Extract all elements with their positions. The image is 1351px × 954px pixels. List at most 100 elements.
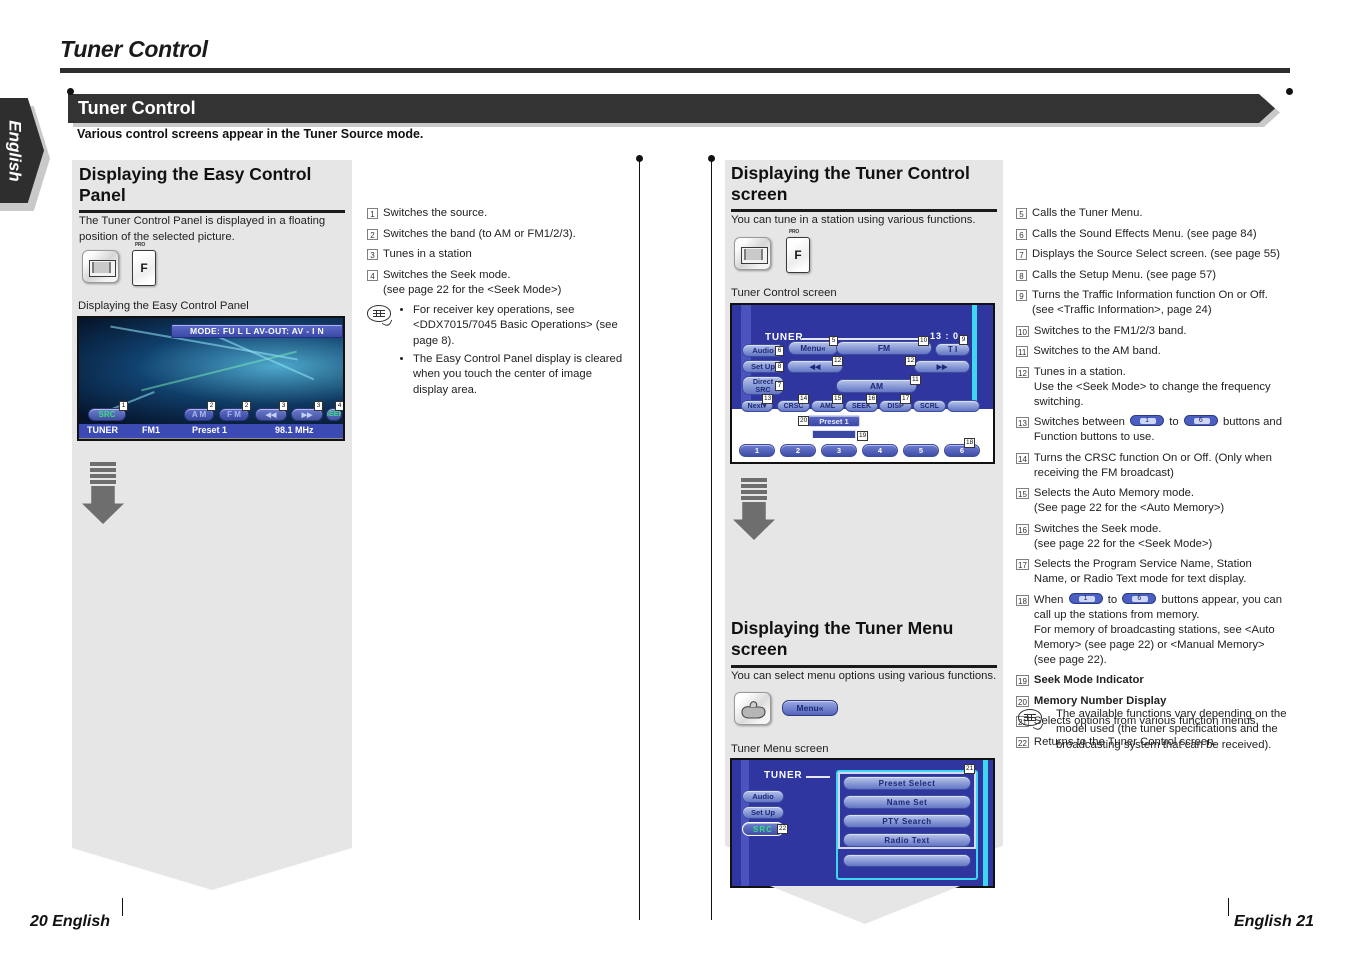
list-item-text: Calls the Sound Effects Menu. (see page … <box>1032 227 1257 240</box>
menu-section-description: You can select menu options using variou… <box>731 670 997 682</box>
menu-screen-scroll-indicator[interactable] <box>983 760 988 886</box>
tuner-control-screen: TUNER 13 : 0 Audio Set Up Direct SRC Nex… <box>730 303 995 455</box>
callout-tag-11: 11 <box>910 375 921 385</box>
flow-arrow-left <box>82 462 124 524</box>
callout-tag-12b: 12 <box>905 356 917 366</box>
status-source: TUNER <box>87 425 118 435</box>
status-preset: Preset 1 <box>192 425 228 435</box>
note-icon <box>1018 709 1044 732</box>
preset-button-2[interactable]: 2 <box>780 444 816 457</box>
preset-button-1[interactable]: 1 <box>739 444 775 457</box>
list-item: 6 Calls the Sound Effects Menu. (see pag… <box>1016 227 1286 242</box>
preset-button-3[interactable]: 3 <box>821 444 857 457</box>
frequency-label: 98.1 MHz <box>877 416 916 426</box>
am-band-button[interactable]: AM <box>836 379 917 393</box>
list-item-number: 19 <box>1016 675 1029 687</box>
list-item-number: 11 <box>1016 346 1029 358</box>
list-item-text: Calls the Setup Menu. (see page 57) <box>1032 268 1216 281</box>
menu-setup-button[interactable]: Set Up <box>742 806 784 819</box>
list-item-text: When 1 to 6 buttons appear, you can call… <box>1033 592 1282 666</box>
touch-hand-icon <box>734 692 771 725</box>
left-figure-caption: Displaying the Easy Control Panel <box>78 300 249 312</box>
preset-pill-6b: 6 <box>1122 592 1157 604</box>
scrl-button[interactable]: SCRL <box>913 400 946 412</box>
callout-tag-12a: 12 <box>832 356 844 366</box>
note-body: The available functions vary depending o… <box>1056 708 1287 751</box>
callout-tag-21: 21 <box>964 764 976 774</box>
page-edge-dot-left <box>67 88 74 95</box>
tuner-menu-screen: TUNER Audio Set Up SRC 22 21 Preset Sele… <box>730 758 995 888</box>
menu-item-pty-search[interactable]: PTY Search <box>843 814 971 828</box>
list-item: 16 Switches the Seek mode. (see page 22 … <box>1016 522 1286 552</box>
callout-tag-2a: 2 <box>207 401 216 411</box>
menu-item-preset-select[interactable]: Preset Select <box>843 776 971 790</box>
list-item-number: 14 <box>1016 452 1029 464</box>
callout-tag-3a: 3 <box>279 401 288 411</box>
list-item-number: 10 <box>1016 325 1029 337</box>
mid-section-heading: Displaying the Tuner Control screen <box>731 163 970 205</box>
list-item: 14 Turns the CRSC function On or Off. (O… <box>1016 451 1286 481</box>
screen-button-icon-left <box>82 250 119 283</box>
menu-audio-button[interactable]: Audio <box>742 790 784 803</box>
callout-tag-10: 10 <box>918 336 930 346</box>
page-title: Tuner Control <box>60 36 208 62</box>
list-item-text: Switches between 1 to 6 buttons and Func… <box>1033 415 1282 444</box>
list-item-text: Switches to the FM1/2/3 band. <box>1033 324 1187 337</box>
list-item: 8 Calls the Setup Menu. (see page 57) <box>1016 268 1286 283</box>
left-note-bubble: For receiver key operations, see <DDX701… <box>367 303 629 401</box>
status-frequency: 98.1 MHz <box>275 425 314 435</box>
preset-button-4[interactable]: 4 <box>862 444 898 457</box>
menu-figure-caption: Tuner Menu screen <box>731 743 829 755</box>
callout-tag-8: 8 <box>775 362 784 372</box>
footer-left: 20 English <box>30 913 111 930</box>
list-item-text: Displays the Source Select screen. (see … <box>1032 248 1281 261</box>
preset-button-5[interactable]: 5 <box>903 444 939 457</box>
list-item-number: 18 <box>1016 594 1029 606</box>
list-item: 17 Selects the Program Service Name, Sta… <box>1016 557 1286 587</box>
right-note-list: 5 Calls the Tuner Menu. 6 Calls the Soun… <box>1016 206 1286 755</box>
menu-screen-title: TUNER <box>764 770 803 781</box>
language-tab-label: English <box>6 119 25 182</box>
callout-tag-4: 4 <box>335 401 343 411</box>
band-label: FM1 <box>767 416 785 426</box>
menu-item-blank[interactable] <box>843 854 971 867</box>
menu-item-radio-text[interactable]: Radio Text <box>843 833 971 847</box>
callout-tag-1: 1 <box>119 401 128 411</box>
list-item-number: 4 <box>367 269 378 281</box>
blank-function-button[interactable] <box>947 400 980 412</box>
function-key-cap-mid: PRO <box>789 229 799 235</box>
note-bullet: The Easy Control Panel display is cleare… <box>413 352 629 398</box>
list-item-text: Switches the source. <box>383 207 488 219</box>
tune-up-button-tc[interactable]: ▶▶ <box>914 360 970 373</box>
footer-tick-right <box>1228 898 1229 916</box>
footer-right: English 21 <box>1234 913 1315 930</box>
left-section-rule <box>79 210 345 213</box>
list-item: 18 When 1 to 6 buttons appear, you can c… <box>1016 592 1286 668</box>
callout-tag-2b: 2 <box>242 401 251 411</box>
tuner-screen-scroll-indicator[interactable] <box>972 305 977 409</box>
flow-pointer-mid <box>770 886 960 924</box>
list-item: 1 Switches the source. <box>367 206 627 221</box>
mid-section-rule <box>731 209 997 212</box>
list-item-number: 16 <box>1016 523 1029 535</box>
function-key-icon-left: PRO F <box>132 242 156 286</box>
status-band: FM1 <box>142 425 160 435</box>
list-item-number: 9 <box>1016 290 1027 302</box>
mid-figure-caption: Tuner Control screen <box>731 287 837 299</box>
preset-button-strip: 1 2 3 4 5 6 18 <box>730 438 995 464</box>
menu-item-name-set[interactable]: Name Set <box>843 795 971 809</box>
right-note-bubble: The available functions vary depending o… <box>1018 707 1288 753</box>
list-item-number: 5 <box>1016 208 1027 219</box>
callout-tag-3b: 3 <box>314 401 323 411</box>
easy-control-panel-screen: MODE: FU L L AV-OUT: AV - I N SRC A M F … <box>77 316 345 441</box>
list-item-number: 20 <box>1016 695 1029 707</box>
list-item-number: 17 <box>1016 559 1029 571</box>
tuner-screen-title-rule <box>802 338 920 340</box>
screen-bottom-strip <box>79 438 343 439</box>
list-item: 11 Switches to the AM band. <box>1016 344 1286 359</box>
section-banner <box>68 94 1275 123</box>
list-item-number: 13 <box>1016 417 1029 429</box>
mid-section-description: You can tune in a station using various … <box>731 214 976 226</box>
menu-chip[interactable]: Menu« <box>782 700 838 716</box>
mode-status-bar: MODE: FU L L AV-OUT: AV - I N <box>171 324 343 338</box>
